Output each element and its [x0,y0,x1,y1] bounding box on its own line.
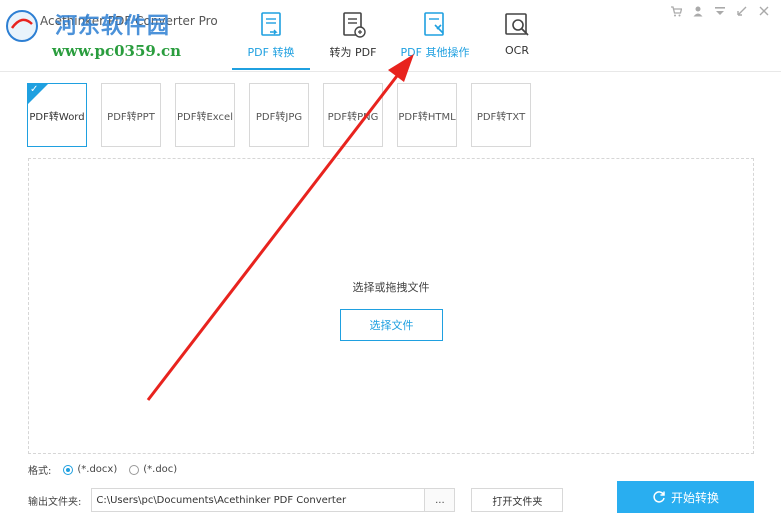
format-option-label: (*.doc) [143,464,178,475]
format-option-docx[interactable]: (*.docx) [63,464,117,475]
minimize-icon[interactable] [735,4,749,18]
tab-label: PDF 转换 [247,46,295,59]
tab-ocr[interactable]: OCR [476,0,558,72]
check-icon: ✓ [30,84,39,95]
start-convert-button[interactable]: 开始转换 [617,481,754,513]
card-label: PDF转TXT [476,111,526,123]
format-label: 格式: [28,466,52,477]
radio-unchecked-icon [129,464,140,475]
card-pdf-to-ppt[interactable]: PDF转PPT [101,83,161,147]
radio-checked-icon [63,464,74,475]
format-option-label: (*.docx) [77,464,118,475]
format-selector: 格式: (*.docx) (*.doc) [28,462,177,477]
output-folder-row: 输出文件夹: ... 打开文件夹 [28,488,564,512]
watermark-url: www.pc0359.cn [52,42,182,60]
menu-icon[interactable] [713,4,727,18]
tab-label: OCR [505,44,529,57]
browse-button[interactable]: ... [425,488,456,512]
tab-label: PDF 其他操作 [400,46,470,59]
drop-hint: 选择或拖拽文件 [352,281,430,294]
file-drop-zone[interactable]: 选择或拖拽文件 选择文件 [28,158,754,454]
refresh-icon [653,491,665,503]
watermark-text: 河东软件园 [55,13,171,39]
main-tabs: PDF 转换 转为 PDF PDF 其他操作 OCR [230,0,558,72]
card-label: PDF转Excel [177,111,233,123]
card-pdf-to-excel[interactable]: PDF转Excel [175,83,235,147]
tab-pdf-convert[interactable]: PDF 转换 [230,0,312,72]
tab-label: 转为 PDF [329,46,377,59]
start-convert-label: 开始转换 [670,490,719,505]
user-icon[interactable] [691,4,705,18]
card-label: PDF转Word [29,111,85,123]
card-pdf-to-word[interactable]: ✓ PDF转Word [27,83,87,147]
card-label: PDF转JPG [255,111,303,123]
pdf-convert-icon [261,12,281,36]
card-pdf-to-png[interactable]: PDF转PNG [323,83,383,147]
conversion-type-list: ✓ PDF转Word PDF转PPT PDF转Excel PDF转JPG PDF… [27,83,545,147]
app-logo-icon [6,10,38,42]
header-bar: Acethinker PDF Converter Pro 河东软件园 www.p… [0,0,781,72]
card-label: PDF转PPT [107,111,155,123]
pdf-tools-icon [424,12,444,36]
tab-to-pdf[interactable]: 转为 PDF [312,0,394,72]
format-option-doc[interactable]: (*.doc) [129,464,177,475]
to-pdf-icon [343,12,366,38]
window-controls [669,4,771,18]
card-pdf-to-html[interactable]: PDF转HTML [397,83,457,147]
cart-icon[interactable] [669,4,683,18]
card-label: PDF转PNG [327,111,379,123]
card-pdf-to-jpg[interactable]: PDF转JPG [249,83,309,147]
close-icon[interactable] [757,4,771,18]
card-label: PDF转HTML [398,111,456,123]
open-folder-button[interactable]: 打开文件夹 [471,488,564,512]
card-pdf-to-txt[interactable]: PDF转TXT [471,83,531,147]
tab-pdf-tools[interactable]: PDF 其他操作 [394,0,476,72]
select-file-button[interactable]: 选择文件 [340,309,443,341]
output-folder-input[interactable] [91,488,426,512]
output-folder-label: 输出文件夹: [28,496,82,508]
ocr-icon [505,13,529,36]
